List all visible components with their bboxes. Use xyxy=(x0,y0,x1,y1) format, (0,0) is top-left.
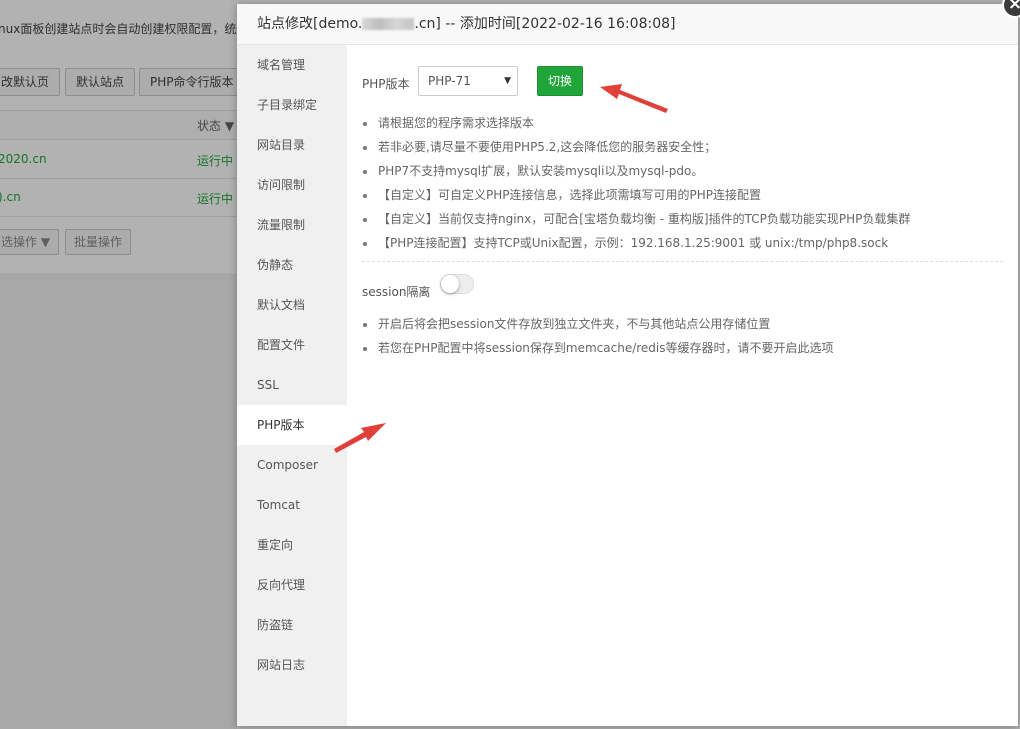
annotation-arrow-icon xyxy=(600,84,668,113)
annotation-arrows xyxy=(334,84,668,453)
annotation-arrow-icon xyxy=(334,423,386,453)
